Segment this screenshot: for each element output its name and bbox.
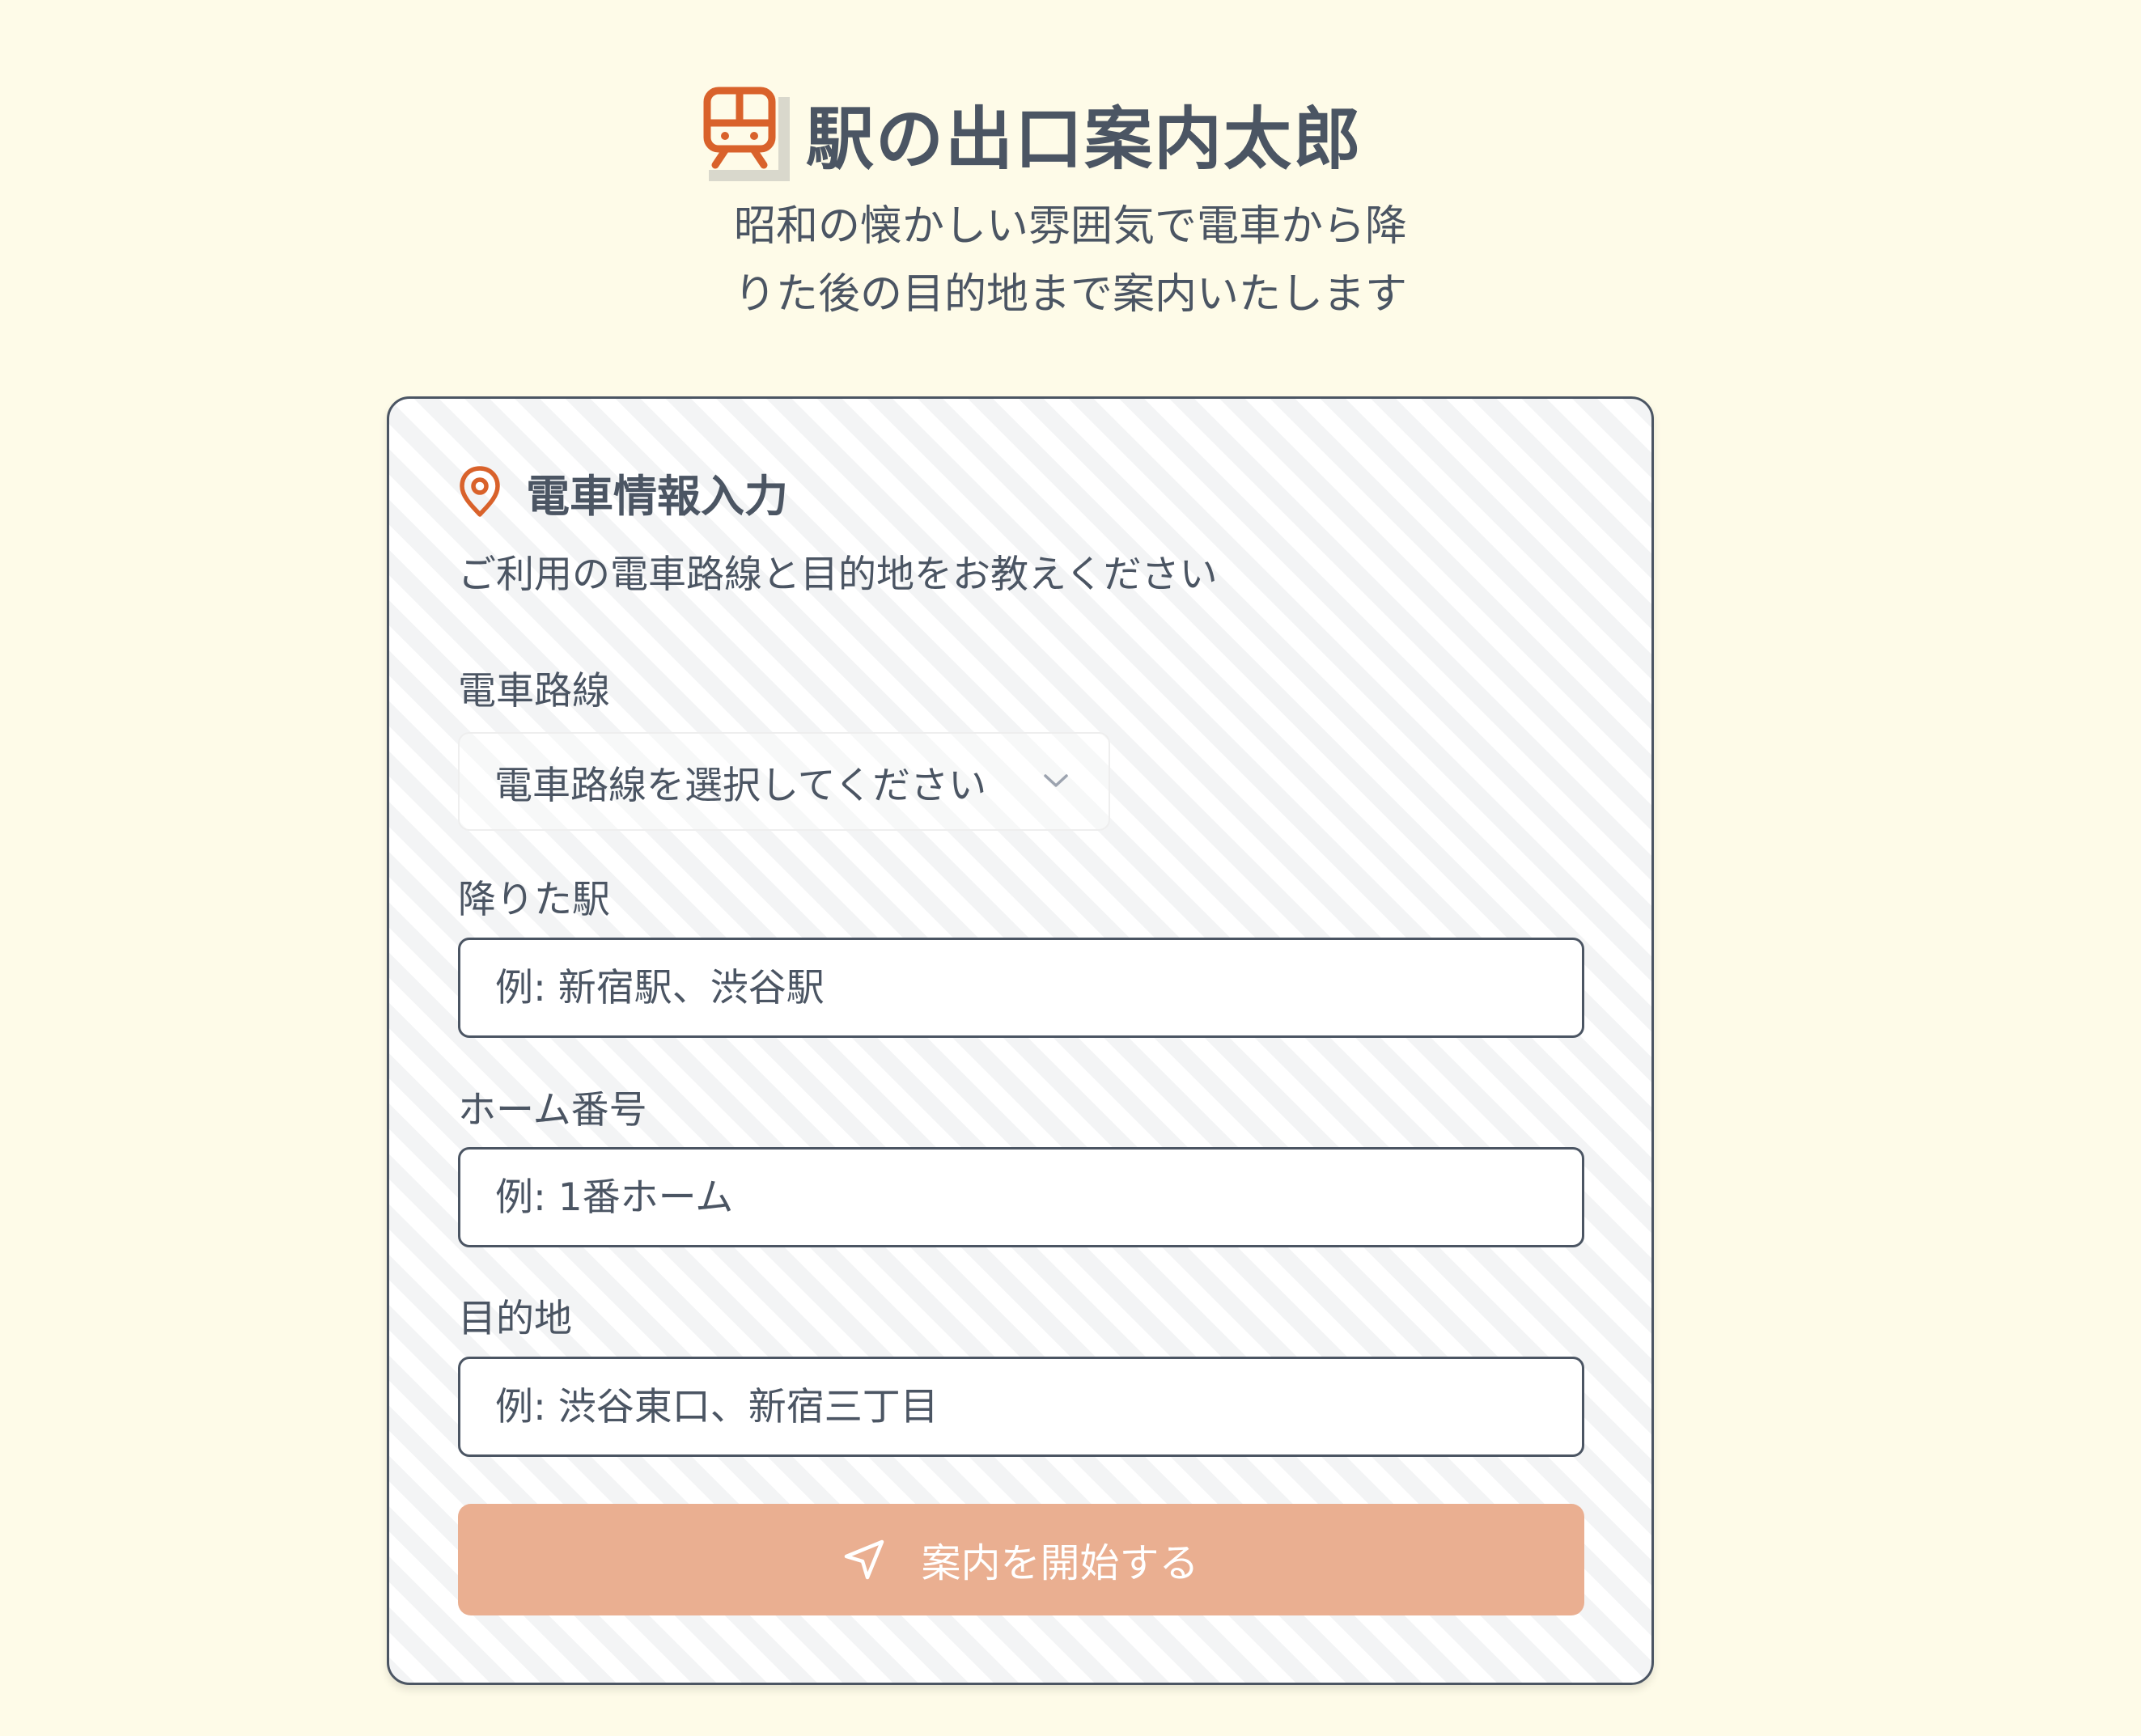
train-info-form-card: 電車情報入力 ご利用の電車路線と目的地をお教えください 電車路線 電車路線を選択… <box>387 396 1654 1685</box>
train-icon <box>703 87 776 169</box>
title-row: 駅の出口案内太郎 <box>701 81 1363 186</box>
station-input[interactable] <box>458 938 1584 1038</box>
subtitle-line-1: 昭和の懐かしい雰囲気で電車から降 <box>733 202 1407 251</box>
start-guidance-button[interactable]: 案内を開始する <box>458 1504 1584 1615</box>
card-description: ご利用の電車路線と目的地をお教えください <box>458 553 1218 597</box>
app-title: 駅の出口案内太郎 <box>806 99 1363 179</box>
train-line-label: 電車路線 <box>458 669 610 713</box>
header: 駅の出口案内太郎 昭和の懐かしい雰囲気で電車から降 りた後の目的地まで案内いたし… <box>0 0 2141 340</box>
chevron-down-icon <box>1044 774 1068 787</box>
app-subtitle: 昭和の懐かしい雰囲気で電車から降 りた後の目的地まで案内いたします <box>615 193 1526 328</box>
card-header: 電車情報入力 <box>458 464 788 522</box>
destination-input[interactable] <box>458 1357 1584 1457</box>
card-title: 電車情報入力 <box>526 470 788 522</box>
subtitle-line-2: りた後の目的地まで案内いたします <box>733 270 1407 319</box>
train-line-select-value: 電車路線を選択してください <box>494 763 987 808</box>
map-pin-icon <box>460 466 500 517</box>
train-line-select[interactable]: 電車路線を選択してください <box>458 732 1110 831</box>
station-label: 降りた駅 <box>458 878 610 922</box>
platform-label: ホーム番号 <box>458 1088 647 1133</box>
destination-label: 目的地 <box>458 1297 572 1341</box>
start-guidance-label: 案内を開始する <box>921 1539 1199 1586</box>
platform-input[interactable] <box>458 1147 1584 1247</box>
navigation-icon <box>845 1539 884 1580</box>
logo <box>701 86 791 181</box>
